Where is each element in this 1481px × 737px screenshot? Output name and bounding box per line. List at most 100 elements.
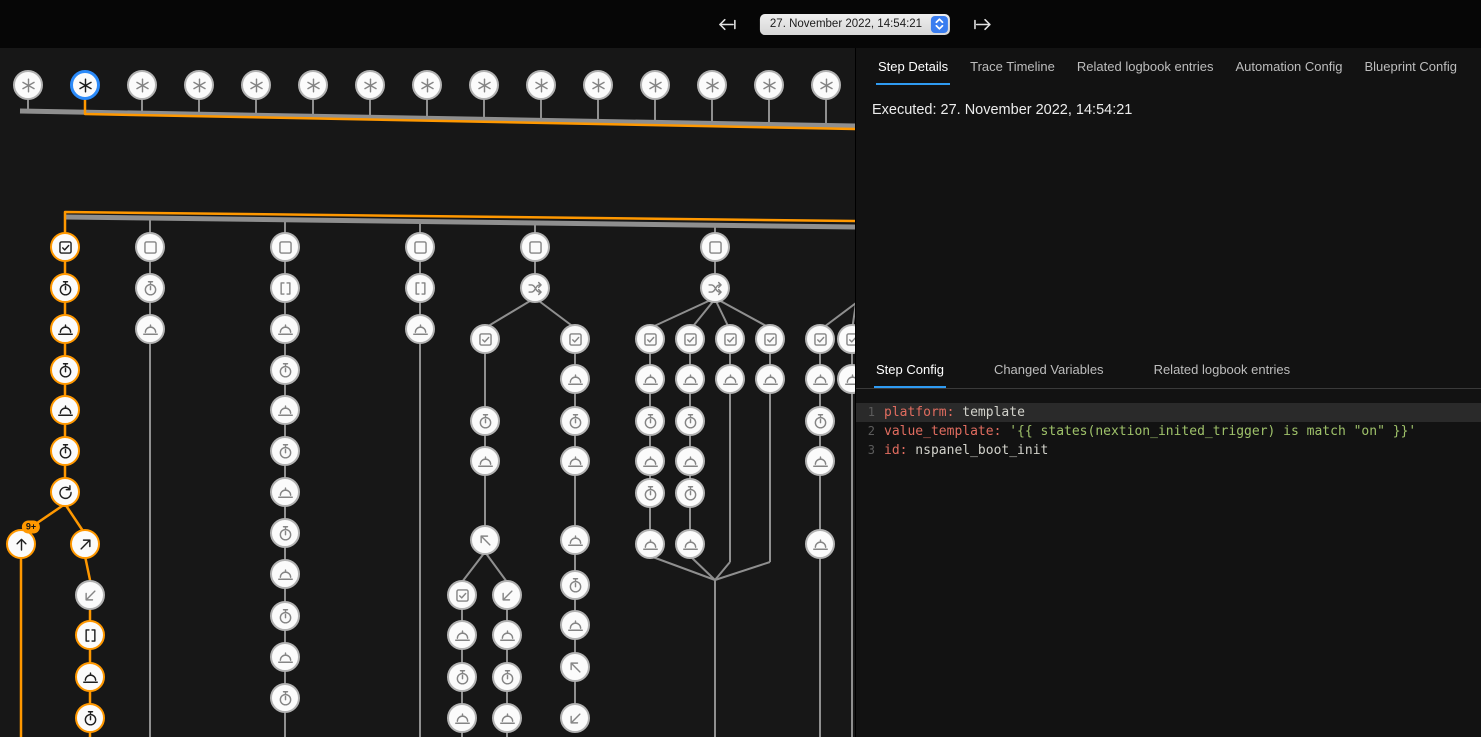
tab-changed-variables[interactable]: Changed Variables: [992, 362, 1106, 388]
service-call-node[interactable]: [805, 364, 835, 394]
condition-node[interactable]: [755, 324, 785, 354]
service-call-node[interactable]: [492, 703, 522, 733]
goto-arrow-node[interactable]: [70, 529, 100, 559]
service-call-node[interactable]: [447, 703, 477, 733]
delay-node[interactable]: [492, 662, 522, 692]
service-call-node[interactable]: [270, 559, 300, 589]
condition-node[interactable]: [135, 232, 165, 262]
goto-arrow-node[interactable]: [560, 652, 590, 682]
service-call-node[interactable]: [635, 529, 665, 559]
trigger-node[interactable]: [70, 70, 100, 100]
service-call-node[interactable]: [270, 314, 300, 344]
goto-arrow-node[interactable]: [470, 525, 500, 555]
next-run-arrow-icon[interactable]: [972, 14, 993, 35]
delay-node[interactable]: [50, 273, 80, 303]
trigger-node[interactable]: [469, 70, 499, 100]
delay-node[interactable]: [805, 406, 835, 436]
condition-node[interactable]: [50, 232, 80, 262]
service-call-node[interactable]: [560, 446, 590, 476]
goto-arrow-node[interactable]: [492, 580, 522, 610]
repeat-node[interactable]: [50, 477, 80, 507]
service-call-node[interactable]: [447, 620, 477, 650]
delay-node[interactable]: [270, 355, 300, 385]
service-call-node[interactable]: [560, 364, 590, 394]
service-call-node[interactable]: [755, 364, 785, 394]
service-call-node[interactable]: [270, 477, 300, 507]
trigger-node[interactable]: [583, 70, 613, 100]
trigger-node[interactable]: [640, 70, 670, 100]
choose-node[interactable]: [520, 273, 550, 303]
condition-node[interactable]: [715, 324, 745, 354]
trigger-node[interactable]: [184, 70, 214, 100]
service-call-node[interactable]: [675, 529, 705, 559]
service-call-node[interactable]: [675, 446, 705, 476]
delay-node[interactable]: [135, 273, 165, 303]
delay-node[interactable]: [270, 436, 300, 466]
condition-node[interactable]: [700, 232, 730, 262]
trace-run-select[interactable]: 27. November 2022, 14:54:21: [760, 14, 950, 35]
condition-node[interactable]: [405, 232, 435, 262]
service-call-node[interactable]: [805, 446, 835, 476]
template-node[interactable]: [405, 273, 435, 303]
service-call-node[interactable]: [470, 446, 500, 476]
service-call-node[interactable]: [75, 662, 105, 692]
service-call-node[interactable]: [805, 529, 835, 559]
trigger-node[interactable]: [754, 70, 784, 100]
service-call-node[interactable]: [50, 395, 80, 425]
condition-node[interactable]: [635, 324, 665, 354]
tab-step-config[interactable]: Step Config: [874, 362, 946, 388]
tab-automation-config[interactable]: Automation Config: [1234, 59, 1345, 85]
service-call-node[interactable]: [270, 642, 300, 672]
service-call-node[interactable]: [560, 610, 590, 640]
condition-node[interactable]: [270, 232, 300, 262]
condition-node[interactable]: [675, 324, 705, 354]
tab-blueprint-config[interactable]: Blueprint Config: [1362, 59, 1459, 85]
service-call-node[interactable]: [715, 364, 745, 394]
service-call-node[interactable]: [405, 314, 435, 344]
service-call-node[interactable]: [560, 525, 590, 555]
service-call-node[interactable]: [50, 314, 80, 344]
tab-related-logbook-entries[interactable]: Related logbook entries: [1152, 362, 1293, 388]
previous-run-arrow-icon[interactable]: [717, 14, 738, 35]
service-call-node[interactable]: [492, 620, 522, 650]
delay-node[interactable]: [560, 406, 590, 436]
template-node[interactable]: [75, 620, 105, 650]
trigger-node[interactable]: [697, 70, 727, 100]
delay-node[interactable]: [50, 436, 80, 466]
delay-node[interactable]: [470, 406, 500, 436]
delay-node[interactable]: [635, 406, 665, 436]
trigger-node[interactable]: [811, 70, 841, 100]
trigger-node[interactable]: [412, 70, 442, 100]
service-call-node[interactable]: [635, 364, 665, 394]
delay-node[interactable]: [270, 683, 300, 713]
condition-node[interactable]: [470, 324, 500, 354]
delay-node[interactable]: [75, 703, 105, 733]
tab-trace-timeline[interactable]: Trace Timeline: [968, 59, 1057, 85]
delay-node[interactable]: [560, 570, 590, 600]
trigger-node[interactable]: [241, 70, 271, 100]
trigger-node[interactable]: [526, 70, 556, 100]
service-call-node[interactable]: [635, 446, 665, 476]
trigger-node[interactable]: [13, 70, 43, 100]
delay-node[interactable]: [270, 601, 300, 631]
goto-up-arrow-node[interactable]: [6, 529, 36, 559]
goto-arrow-node[interactable]: [560, 703, 590, 733]
tab-step-details[interactable]: Step Details: [876, 59, 950, 85]
service-call-node[interactable]: [270, 395, 300, 425]
service-call-node[interactable]: [135, 314, 165, 344]
delay-node[interactable]: [675, 478, 705, 508]
delay-node[interactable]: [675, 406, 705, 436]
tab-related-logbook-entries[interactable]: Related logbook entries: [1075, 59, 1216, 85]
delay-node[interactable]: [50, 355, 80, 385]
trigger-node[interactable]: [355, 70, 385, 100]
choose-node[interactable]: [700, 273, 730, 303]
trigger-node[interactable]: [298, 70, 328, 100]
trigger-node[interactable]: [127, 70, 157, 100]
delay-node[interactable]: [635, 478, 665, 508]
condition-node[interactable]: [447, 580, 477, 610]
condition-node[interactable]: [805, 324, 835, 354]
service-call-node[interactable]: [675, 364, 705, 394]
delay-node[interactable]: [447, 662, 477, 692]
template-node[interactable]: [270, 273, 300, 303]
condition-node[interactable]: [560, 324, 590, 354]
